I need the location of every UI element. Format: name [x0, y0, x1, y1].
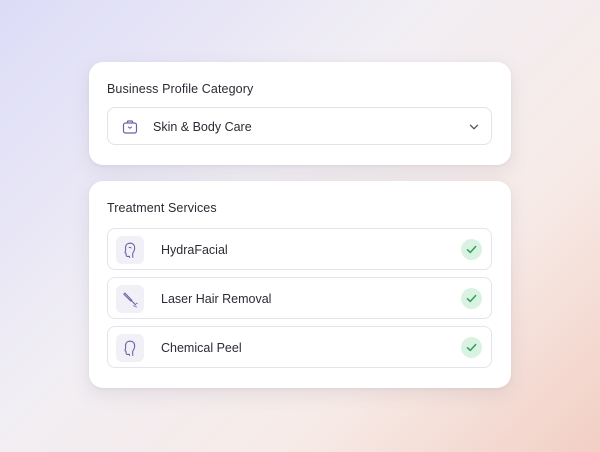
business-profile-title: Business Profile Category [107, 82, 254, 96]
service-icon-box [116, 236, 144, 264]
service-item-laser-hair-removal[interactable]: Laser Hair Removal [107, 277, 492, 319]
service-item-hydrafacial[interactable]: HydraFacial [107, 228, 492, 270]
face-profile-icon [124, 242, 136, 258]
checkmark-glyph [466, 245, 477, 254]
checkmark-glyph [466, 343, 477, 352]
face-profile-icon [124, 340, 136, 356]
briefcase-icon [122, 120, 138, 134]
category-select-value: Skin & Body Care [153, 120, 252, 134]
chevron-down-icon [469, 124, 479, 130]
check-icon[interactable] [461, 337, 482, 358]
service-label: HydraFacial [161, 243, 228, 257]
checkmark-glyph [466, 294, 477, 303]
check-icon[interactable] [461, 288, 482, 309]
treatment-services-title: Treatment Services [107, 201, 217, 215]
category-select[interactable]: Skin & Body Care [107, 107, 492, 145]
business-profile-card: Business Profile Category Skin & Body Ca… [89, 62, 511, 165]
service-label: Laser Hair Removal [161, 292, 272, 306]
service-item-chemical-peel[interactable]: Chemical Peel [107, 326, 492, 368]
treatment-services-card: Treatment Services HydraFacial Laser Hai… [89, 181, 511, 388]
service-icon-box [116, 285, 144, 313]
check-icon[interactable] [461, 239, 482, 260]
service-label: Chemical Peel [161, 341, 242, 355]
service-icon-box [116, 334, 144, 362]
laser-wand-icon [123, 292, 138, 308]
